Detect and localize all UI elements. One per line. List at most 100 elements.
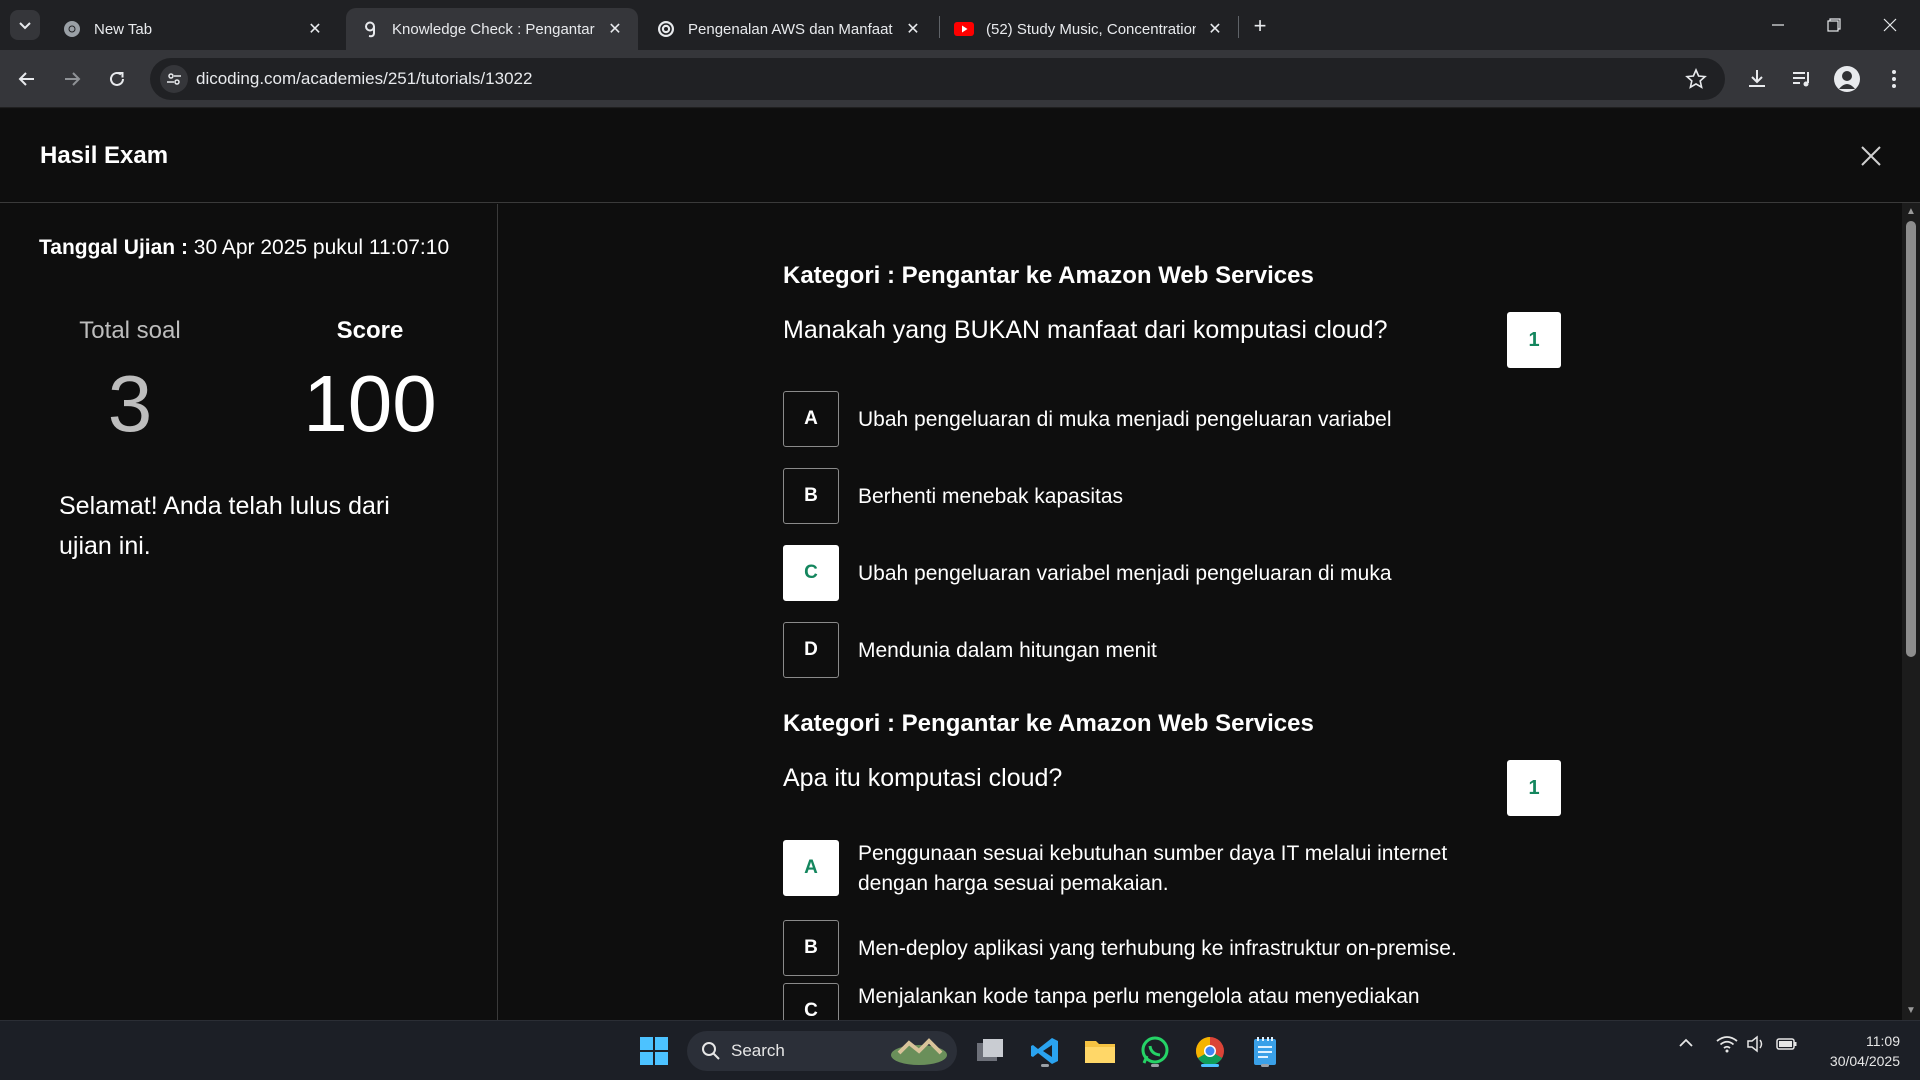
- start-button[interactable]: [634, 1031, 674, 1071]
- chevron-down-icon: [19, 22, 31, 30]
- battery-status[interactable]: [1776, 1035, 1798, 1058]
- back-button[interactable]: [10, 62, 44, 96]
- media-control-button[interactable]: [1788, 65, 1816, 93]
- youtube-icon: [954, 19, 974, 39]
- browser-tab-bar: New Tab ✕ Knowledge Check : Pengantar k …: [0, 0, 1920, 50]
- taskbar-chrome[interactable]: [1190, 1031, 1230, 1071]
- page-scrollbar[interactable]: ▲ ▼: [1902, 203, 1920, 1020]
- task-view-button[interactable]: [970, 1031, 1010, 1071]
- tab-youtube[interactable]: (52) Study Music, Concentration ✕: [940, 8, 1238, 50]
- running-indicator: [1041, 1064, 1049, 1067]
- close-icon[interactable]: ✕: [904, 20, 922, 38]
- pass-message: Selamat! Anda telah lulus dari ujian ini…: [59, 492, 390, 560]
- chrome-icon: [62, 19, 82, 39]
- site-info-button[interactable]: [160, 65, 188, 93]
- chevron-up-icon: [1679, 1038, 1693, 1047]
- vscode-icon: [1031, 1038, 1058, 1064]
- minimize-icon: [1772, 24, 1784, 26]
- profile-button[interactable]: [1833, 65, 1861, 93]
- restore-icon: [1827, 18, 1841, 32]
- taskbar-vscode[interactable]: [1025, 1031, 1065, 1071]
- url-text: dicoding.com/academies/251/tutorials/130…: [196, 69, 533, 88]
- tab-separator: [1238, 16, 1239, 38]
- total-soal-value: 3: [107, 359, 153, 448]
- question-category: Kategori : Pengantar ke Amazon Web Servi…: [783, 710, 1314, 737]
- browser-menu-button[interactable]: [1880, 65, 1908, 93]
- close-window-button[interactable]: [1862, 0, 1918, 50]
- taskbar-file-explorer[interactable]: [1080, 1031, 1120, 1071]
- running-indicator: [1151, 1064, 1159, 1067]
- system-clock[interactable]: 11:09 30/04/2025: [1830, 1031, 1900, 1071]
- new-tab-button[interactable]: +: [1246, 12, 1274, 40]
- folder-icon: [1085, 1041, 1115, 1063]
- question-text: Manakah yang BUKAN manfaat dari komputas…: [783, 316, 1388, 344]
- running-indicator: [1261, 1064, 1269, 1067]
- arrow-right-icon: [65, 72, 81, 86]
- page-title: Hasil Exam: [40, 142, 169, 169]
- notepad-icon: [1254, 1037, 1276, 1065]
- option-letter: B: [783, 920, 839, 976]
- reload-button[interactable]: [100, 62, 134, 96]
- bookmark-star-button[interactable]: [1685, 67, 1707, 90]
- forward-button[interactable]: [55, 62, 89, 96]
- tab-knowledge-check[interactable]: Knowledge Check : Pengantar k ✕: [346, 8, 638, 50]
- question-score-badge: 1: [1507, 312, 1561, 368]
- address-bar[interactable]: dicoding.com/academies/251/tutorials/130…: [150, 58, 1725, 100]
- avatar: [1834, 66, 1860, 92]
- tab-search-button[interactable]: [10, 10, 40, 40]
- close-icon[interactable]: ✕: [306, 20, 324, 38]
- tab-pengenalan-aws[interactable]: Pengenalan AWS dan Manfaat ✕: [642, 8, 936, 50]
- question-text: Apa itu komputasi cloud?: [783, 764, 1063, 792]
- tab-new-tab[interactable]: New Tab ✕: [48, 8, 338, 50]
- arrow-left-icon: [18, 72, 34, 86]
- tab-title: (52) Study Music, Concentration: [986, 20, 1196, 38]
- option-letter: B: [783, 468, 839, 524]
- tab-title: Knowledge Check : Pengantar k: [392, 20, 596, 38]
- download-button[interactable]: [1743, 65, 1771, 93]
- wifi-icon: [1716, 1036, 1738, 1053]
- total-soal-label: Total soal: [79, 317, 181, 344]
- close-icon[interactable]: ✕: [606, 20, 624, 38]
- scroll-down-icon[interactable]: ▼: [1905, 1005, 1917, 1017]
- scrollbar-thumb[interactable]: [1906, 221, 1916, 657]
- page-header: Hasil Exam: [0, 109, 1920, 203]
- running-indicator: [1201, 1064, 1219, 1067]
- search-highlight-icon: [891, 1038, 947, 1065]
- tab-title: Pengenalan AWS dan Manfaat: [688, 20, 893, 38]
- exam-result-page: Hasil Exam Tanggal Ujian : 30 Apr 2025 p…: [0, 109, 1920, 1020]
- scroll-up-icon[interactable]: ▲: [1905, 206, 1917, 218]
- star-icon: [1685, 67, 1707, 89]
- option-text: Menjalankan kode tanpa perlu mengelola a…: [858, 985, 1420, 1008]
- exam-date: Tanggal Ujian : 30 Apr 2025 pukul 11:07:…: [39, 236, 449, 260]
- show-hidden-icons-button[interactable]: [1678, 1035, 1694, 1056]
- more-vertical-icon: [1892, 70, 1896, 88]
- questions-panel: Kategori : Pengantar ke Amazon Web Servi…: [499, 204, 1904, 1020]
- chrome-icon: [1196, 1037, 1224, 1065]
- taskbar-notepad[interactable]: [1245, 1031, 1285, 1071]
- browser-toolbar: dicoding.com/academies/251/tutorials/130…: [0, 50, 1920, 108]
- volume-status[interactable]: [1746, 1035, 1766, 1058]
- option-letter: D: [783, 622, 839, 678]
- option-letter: C: [783, 983, 839, 1020]
- search-label: Search: [731, 1041, 785, 1060]
- close-result-button[interactable]: [1856, 141, 1886, 171]
- score-label: Score: [336, 317, 404, 344]
- windows-icon: [640, 1037, 668, 1065]
- taskbar: Search 11:09 30/04/2025: [0, 1020, 1920, 1080]
- wifi-status[interactable]: [1716, 1035, 1738, 1058]
- option-text: Men-deploy aplikasi yang terhubung ke in…: [858, 937, 1457, 960]
- exam-date-value: 30 Apr 2025 pukul 11:07:10: [193, 236, 450, 259]
- close-icon[interactable]: ✕: [1206, 20, 1224, 38]
- restore-button[interactable]: [1806, 0, 1862, 50]
- exam-date-label: Tanggal Ujian :: [39, 236, 188, 259]
- taskbar-search[interactable]: Search: [687, 1031, 957, 1071]
- option-text: Penggunaan sesuai kebutuhan sumber daya …: [858, 842, 1448, 895]
- option-letter: C: [783, 545, 839, 601]
- task-view-icon: [977, 1039, 1003, 1061]
- score-value: 100: [303, 359, 437, 448]
- minimize-button[interactable]: [1750, 0, 1806, 50]
- download-icon: [1749, 70, 1765, 87]
- close-icon: [1883, 18, 1897, 32]
- close-icon: [1861, 146, 1881, 166]
- taskbar-whatsapp[interactable]: [1135, 1031, 1175, 1071]
